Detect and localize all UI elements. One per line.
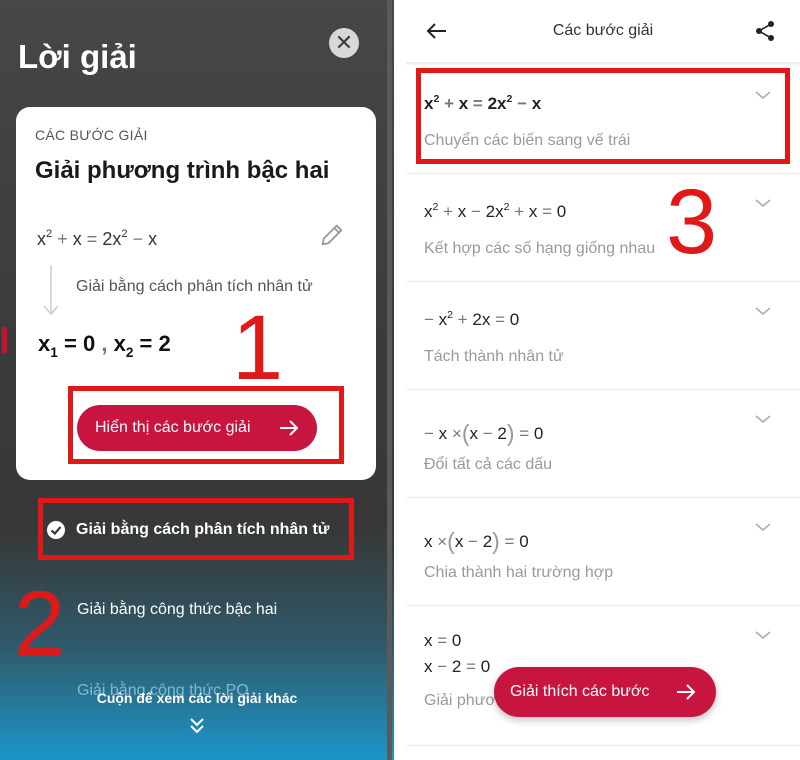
annotation-box-1	[68, 386, 344, 464]
step-caption: Tách thành nhân tử	[424, 348, 564, 365]
result-operator: =	[139, 331, 153, 356]
eq-operator: +	[57, 229, 68, 249]
step-formula: − x ×(x − 2) = 0	[424, 420, 544, 446]
eq-term: x	[72, 229, 82, 249]
eq-operator: =	[86, 229, 98, 249]
arrow-right-icon	[677, 684, 696, 700]
header-title: Các bước giải	[552, 22, 654, 39]
explain-steps-label: Giải thích các bước	[510, 683, 650, 700]
step-formula: x = 0x − 2 = 0	[424, 631, 491, 676]
result-subscript: 2	[125, 345, 134, 361]
result-var: x	[38, 331, 51, 356]
annotation-box-3	[416, 68, 790, 164]
result-var: x	[113, 331, 126, 356]
scroll-hint: Cuộn để xem các lời giải khác	[96, 690, 298, 706]
step-caption: Đổi tất cả các dấu	[424, 456, 553, 473]
result-value: 2	[158, 331, 171, 356]
chevron-down-icon[interactable]	[754, 302, 772, 320]
step-caption: Kết hợp các số hạng giống nhau	[424, 240, 656, 257]
annotation-number-3: 3	[666, 171, 718, 273]
annotation-number-1: 1	[232, 297, 284, 399]
step-caption: Chia thành hai trường hợp	[424, 564, 614, 581]
step-item[interactable]: − x ×(x − 2) = 0 Đổi tất cả các dấu	[406, 390, 800, 498]
step-item[interactable]: x2 + x − 2x2 + x = 0 Kết hợp các số hạng…	[406, 174, 800, 282]
result-subscript: 1	[50, 345, 58, 361]
chevron-down-icon[interactable]	[754, 194, 772, 212]
explain-steps-button[interactable]: Giải thích các bước	[494, 667, 716, 717]
chevron-down-icon[interactable]	[754, 410, 772, 428]
top-bar: Các bước giải	[406, 0, 800, 62]
eq-term: 2x	[102, 229, 122, 249]
eq-term: x	[148, 229, 158, 249]
step-formula: x2 + x − 2x2 + x = 0	[424, 200, 567, 221]
solution-result: x1 = 0 , x2 = 2	[38, 331, 171, 361]
result-value: 0	[82, 331, 96, 356]
equation: x2 + x = 2x2 − x	[37, 228, 158, 250]
page-title: Lời giải	[18, 38, 137, 75]
share-icon[interactable]	[754, 20, 776, 42]
method-quadratic-formula[interactable]: Giải bằng công thức bậc hai	[77, 601, 277, 619]
pencil-icon[interactable]	[318, 221, 346, 249]
method-description: Giải bằng cách phân tích nhân tử	[76, 278, 313, 295]
close-icon: ✕	[334, 30, 354, 55]
chevron-down-icon[interactable]	[754, 626, 772, 644]
close-button[interactable]: ✕	[329, 28, 359, 58]
step-item[interactable]: x ×(x − 2) = 0 Chia thành hai trường hợp	[406, 498, 800, 606]
steps-label: CÁC BƯỚC GIẢI	[35, 127, 148, 143]
result-operator: =	[63, 331, 77, 356]
panel-divider	[394, 0, 406, 760]
eq-term: x	[37, 229, 46, 249]
double-chevron-down-icon[interactable]	[187, 716, 207, 736]
eq-exponent: 2	[46, 228, 53, 241]
annotation-box-2	[38, 498, 354, 560]
step-item[interactable]: − x2 + 2x = 0 Tách thành nhân tử	[406, 282, 800, 390]
scrollbar[interactable]	[387, 0, 392, 760]
annotation-number-2: 2	[14, 573, 66, 675]
method-title: Giải phương trình bậc hai	[35, 157, 330, 184]
eq-exponent: 2	[121, 228, 128, 241]
solution-panel: Lời giải ✕ CÁC BƯỚC GIẢI Giải phương trì…	[0, 0, 394, 760]
steps-panel: Các bước giải x2 + x = 2x2 − x Chuyển cá…	[406, 0, 800, 760]
result-separator: ,	[101, 331, 108, 356]
down-arrow-icon	[43, 265, 59, 316]
eq-operator: −	[132, 229, 144, 249]
chevron-down-icon[interactable]	[754, 518, 772, 536]
step-formula: x ×(x − 2) = 0	[424, 528, 529, 554]
accent-bar	[2, 327, 7, 353]
step-formula: − x2 + 2x = 0	[424, 308, 520, 329]
